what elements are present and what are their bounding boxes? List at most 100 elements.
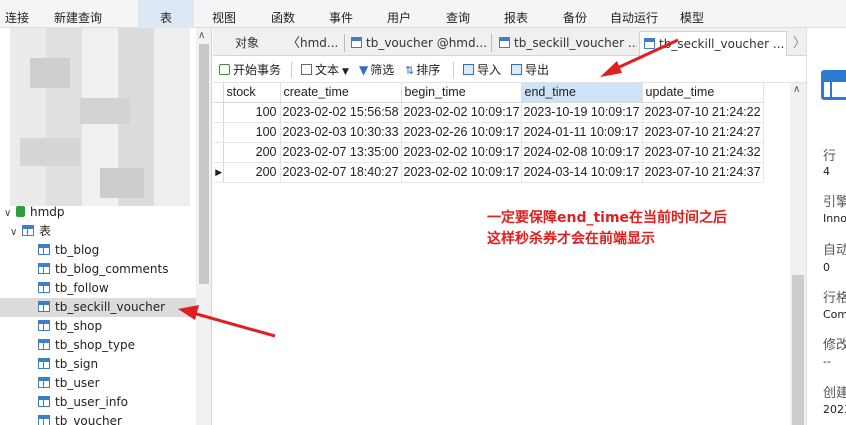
table-cell[interactable]: 2023-02-07 18:40:27 bbox=[280, 162, 402, 183]
import-button[interactable]: 导入 bbox=[463, 61, 501, 79]
column-header-end-time[interactable]: end_time bbox=[521, 83, 643, 103]
query-icon bbox=[447, 0, 469, 10]
table-row[interactable]: 100 2023-02-02 15:56:58 2023-02-02 10:09… bbox=[213, 102, 764, 123]
tree-table-item[interactable]: tb_sign bbox=[0, 355, 196, 374]
tree-table-item[interactable]: tb_user bbox=[0, 374, 196, 393]
tree-table-item[interactable]: tb_blog_comments bbox=[0, 260, 196, 279]
automation-icon bbox=[623, 0, 645, 10]
automation-button[interactable]: 自动运行 bbox=[606, 0, 662, 28]
function-button[interactable]: 函数 bbox=[265, 0, 301, 28]
table-cell[interactable]: 2023-10-19 10:09:17 bbox=[521, 102, 643, 123]
table-cell[interactable]: 100 bbox=[223, 122, 281, 143]
tree-database-hmdp[interactable]: ∨ hmdp bbox=[0, 203, 196, 222]
sidebar-scrollbar-thumb[interactable] bbox=[199, 44, 209, 284]
tab-tb-seckill-voucher-active[interactable]: tb_seckill_voucher ... bbox=[639, 31, 787, 56]
new-query-button[interactable]: 新建查询 bbox=[50, 0, 106, 28]
scroll-up-icon[interactable]: ∧ bbox=[793, 84, 800, 95]
table-cell[interactable]: 200 bbox=[223, 142, 281, 163]
transaction-icon bbox=[219, 64, 230, 75]
table-cell[interactable]: 200 bbox=[223, 162, 281, 183]
tab-tb-seckill-voucher[interactable]: tb_seckill_voucher ... bbox=[495, 31, 637, 56]
redacted-block bbox=[80, 98, 130, 124]
filter-button[interactable]: ▼ 筛选 bbox=[359, 61, 394, 79]
data-grid: stock create_time begin_time end_time up… bbox=[213, 83, 790, 425]
table-cell[interactable]: 100 bbox=[223, 102, 281, 123]
object-tree-sidebar: ∨ hmdp ∨ 表 tb_blog tb_blog_comments tb_fol… bbox=[0, 28, 212, 425]
tree-table-item[interactable]: tb_follow bbox=[0, 279, 196, 298]
table-cell[interactable]: 2024-02-08 10:09:17 bbox=[521, 142, 643, 163]
table-cell[interactable]: 2023-02-03 10:30:33 bbox=[280, 122, 402, 143]
info-modified-value: -- bbox=[823, 355, 831, 368]
table-cell[interactable]: 2023-02-07 13:35:00 bbox=[280, 142, 402, 163]
view-icon bbox=[213, 0, 235, 10]
scroll-up-icon[interactable]: ∧ bbox=[198, 30, 205, 41]
user-button[interactable]: 用户 bbox=[381, 0, 417, 28]
table-row-current[interactable]: ▶ 200 2023-02-07 18:40:27 2023-02-02 10:… bbox=[213, 162, 764, 183]
table-row[interactable]: 200 2023-02-07 13:35:00 2023-02-02 10:09… bbox=[213, 142, 764, 163]
table-icon bbox=[155, 0, 177, 10]
chevron-right-icon[interactable]: 〉 bbox=[789, 31, 805, 56]
filter-icon: ▼ bbox=[359, 63, 369, 77]
current-row-arrow-icon[interactable]: ▶ bbox=[213, 162, 224, 183]
text-button[interactable]: 文本 ▼ bbox=[301, 61, 349, 79]
report-icon bbox=[505, 0, 527, 10]
connect-icon bbox=[6, 0, 28, 10]
view-button[interactable]: 视图 bbox=[206, 0, 242, 28]
info-engine-label: 引擎 bbox=[823, 195, 846, 210]
table-icon bbox=[38, 377, 50, 388]
row-marker[interactable] bbox=[213, 102, 224, 123]
report-button[interactable]: 报表 bbox=[498, 0, 534, 28]
row-marker[interactable] bbox=[213, 122, 224, 143]
table-icon bbox=[38, 358, 50, 369]
table-cell[interactable]: 2023-07-10 21:24:27 bbox=[642, 122, 764, 143]
table-cell[interactable]: 2023-02-02 10:09:17 bbox=[401, 102, 522, 123]
tab-separator bbox=[491, 34, 492, 52]
tree-table-item[interactable]: tb_blog bbox=[0, 241, 196, 260]
tab-hmdp[interactable]: 〈hmd... bbox=[283, 31, 343, 56]
redacted-block bbox=[100, 168, 144, 198]
table-cell[interactable]: 2023-02-02 10:09:17 bbox=[401, 162, 522, 183]
sort-button[interactable]: ⇅ 排序 bbox=[405, 61, 440, 79]
table-cell[interactable]: 2023-02-02 10:09:17 bbox=[401, 142, 522, 163]
column-header-update-time[interactable]: update_time bbox=[642, 83, 764, 103]
table-cell[interactable]: 2024-03-14 10:09:17 bbox=[521, 162, 643, 183]
table-cell[interactable]: 2023-07-10 21:24:22 bbox=[642, 102, 764, 123]
grid-scrollbar-thumb[interactable] bbox=[792, 275, 804, 425]
column-header-begin-time[interactable]: begin_time bbox=[401, 83, 522, 103]
info-rows-label: 行 bbox=[823, 149, 837, 164]
table-cell[interactable]: 2023-07-10 21:24:37 bbox=[642, 162, 764, 183]
export-button[interactable]: 导出 bbox=[511, 61, 549, 79]
tree-table-item-selected[interactable]: tb_seckill_voucher bbox=[0, 298, 196, 317]
info-row-format-label: 行格 bbox=[823, 291, 846, 306]
tree-table-item[interactable]: tb_shop_type bbox=[0, 336, 196, 355]
tree-table-item[interactable]: tb_shop bbox=[0, 317, 196, 336]
info-engine-value: Inno bbox=[823, 212, 846, 225]
model-button[interactable]: 模型 bbox=[674, 0, 710, 28]
event-button[interactable]: 事件 bbox=[323, 0, 359, 28]
table-cell[interactable]: 2024-01-11 10:09:17 bbox=[521, 122, 643, 143]
backup-button[interactable]: 备份 bbox=[557, 0, 593, 28]
tab-objects[interactable]: 对象 bbox=[231, 31, 271, 56]
query-button[interactable]: 查询 bbox=[440, 0, 476, 28]
toolbar-separator bbox=[291, 62, 292, 78]
info-modified-label: 修改 bbox=[823, 338, 846, 353]
tree-table-item[interactable]: tb_voucher bbox=[0, 412, 196, 425]
begin-transaction-button[interactable]: 开始事务 bbox=[219, 61, 281, 79]
table-cell[interactable]: 2023-02-26 10:09:17 bbox=[401, 122, 522, 143]
table-cell[interactable]: 2023-07-10 21:24:32 bbox=[642, 142, 764, 163]
tab-tb-voucher[interactable]: tb_voucher @hmd... bbox=[347, 31, 487, 56]
annotation-line-2: 这样秒杀券才会在前端显示 bbox=[487, 231, 655, 247]
column-header-create-time[interactable]: create_time bbox=[280, 83, 402, 103]
info-auto-increment-label: 自动 bbox=[823, 243, 846, 258]
tree-table-item[interactable]: tb_user_info bbox=[0, 393, 196, 412]
table-icon bbox=[22, 225, 34, 236]
table-row[interactable]: 100 2023-02-03 10:30:33 2023-02-26 10:09… bbox=[213, 122, 764, 143]
row-marker[interactable] bbox=[213, 142, 224, 163]
table-cell[interactable]: 2023-02-02 15:56:58 bbox=[280, 102, 402, 123]
connect-button[interactable]: 连接 bbox=[0, 0, 34, 28]
column-header-stock[interactable]: stock bbox=[223, 83, 281, 103]
tree-tables-group[interactable]: ∨ 表 bbox=[0, 222, 196, 241]
table-button[interactable]: 表 bbox=[138, 0, 194, 28]
database-icon bbox=[16, 206, 25, 217]
redacted-block bbox=[30, 58, 70, 88]
